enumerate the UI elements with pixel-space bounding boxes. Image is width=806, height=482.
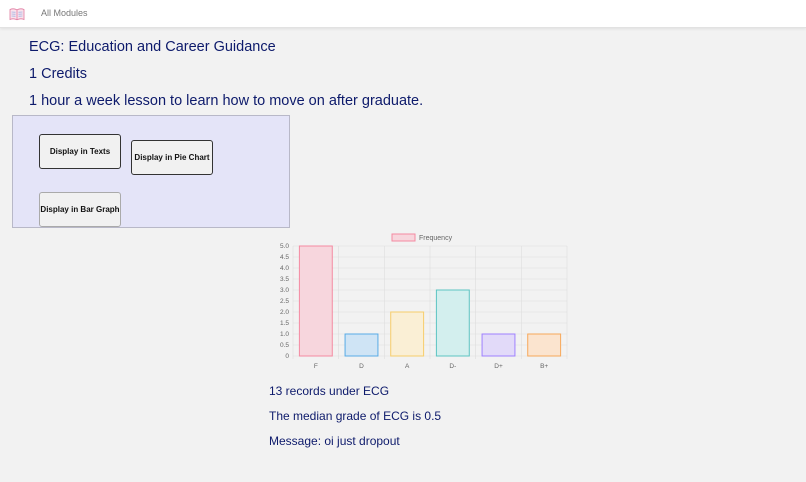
legend-swatch xyxy=(391,233,416,242)
y-tick-label: 1.5 xyxy=(280,320,289,327)
bar-A xyxy=(390,311,425,357)
display-options-panel: Display in Texts Display in Pie Chart Di… xyxy=(12,115,290,228)
y-tick-label: 4.0 xyxy=(280,265,289,272)
y-tick-label: 2.0 xyxy=(280,309,289,316)
bar-D+ xyxy=(481,333,516,357)
x-tick-label: D+ xyxy=(494,363,503,370)
display-pie-chart-button[interactable]: Display in Pie Chart xyxy=(131,140,213,175)
message-text: Message: oi just dropout xyxy=(269,434,400,448)
bar-F xyxy=(298,245,333,357)
grade-frequency-chart: 0 0.5 1.0 1.5 2.0 2.5 3.0 3.5 4.0 4.5 5.0 Frequency… xyxy=(280,233,568,370)
x-tick-label: D xyxy=(359,363,364,370)
median-grade: The median grade of ECG is 0.5 xyxy=(269,409,442,423)
module-description: 1 hour a week lesson to learn how to mov… xyxy=(29,93,424,109)
y-tick-label: 0.5 xyxy=(280,342,289,349)
records-count: 13 records under ECG xyxy=(269,384,390,398)
y-tick-label: 4.5 xyxy=(280,254,289,261)
display-texts-button[interactable]: Display in Texts xyxy=(39,134,121,169)
bar-B+ xyxy=(527,333,562,357)
x-tick-label: B+ xyxy=(540,363,548,370)
x-tick-label: A xyxy=(405,363,410,370)
module-credits: 1 Credits xyxy=(29,66,88,82)
top-navbar: All Modules xyxy=(0,0,806,28)
y-tick-label: 5.0 xyxy=(280,243,289,250)
all-modules-link[interactable]: All Modules xyxy=(41,8,88,18)
book-icon[interactable] xyxy=(9,6,25,22)
module-title: ECG: Education and Career Guidance xyxy=(29,39,276,55)
y-tick-label: 0 xyxy=(285,353,289,360)
bar-D- xyxy=(435,289,470,357)
legend-label: Frequency xyxy=(419,235,453,242)
x-tick-label: F xyxy=(314,363,318,370)
y-tick-label: 3.5 xyxy=(280,276,289,283)
y-tick-label: 3.0 xyxy=(280,287,289,294)
y-tick-label: 2.5 xyxy=(280,298,289,305)
display-bar-graph-button[interactable]: Display in Bar Graph xyxy=(39,192,121,227)
bar-D xyxy=(344,333,379,357)
x-tick-label: D- xyxy=(449,363,456,370)
y-tick-label: 1.0 xyxy=(280,331,289,338)
